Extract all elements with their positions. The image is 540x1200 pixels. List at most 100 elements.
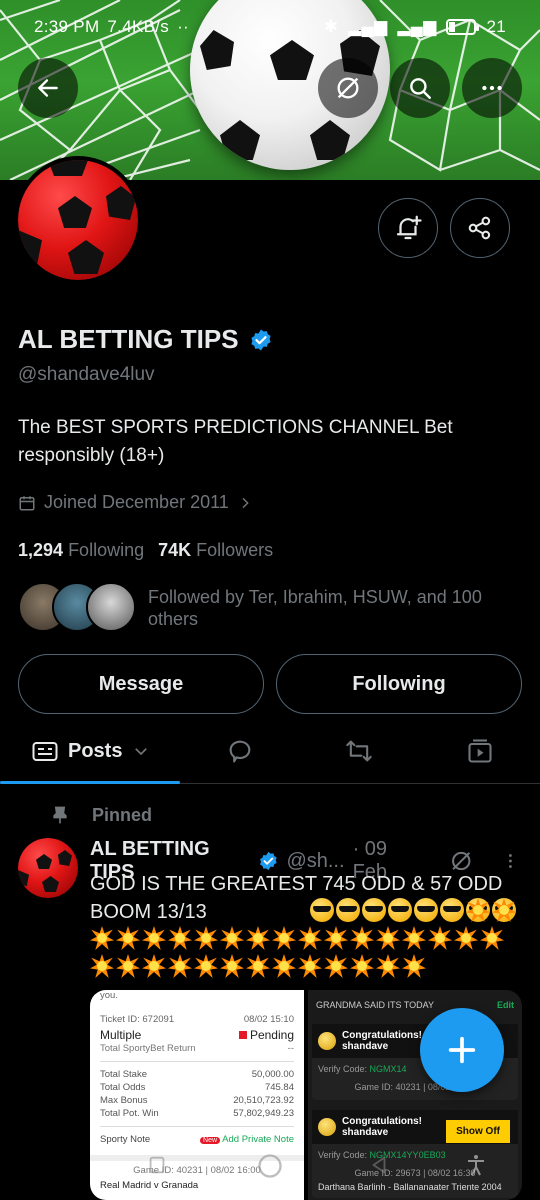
- collision-emoji-icon: [376, 954, 400, 978]
- collision-emoji-icon: [246, 926, 270, 950]
- compose-post-button[interactable]: [420, 1008, 504, 1092]
- bluetooth-icon: ✱: [323, 17, 339, 36]
- recent-apps-icon[interactable]: [146, 1154, 168, 1176]
- plus-icon: [448, 1036, 476, 1064]
- grok-button[interactable]: [318, 58, 378, 118]
- ticket-id: Ticket ID: 672091: [100, 1014, 175, 1025]
- system-navigation-bar: [0, 1150, 540, 1200]
- return-label: Total SportyBet Return: [100, 1043, 196, 1054]
- tab-reposts[interactable]: [344, 718, 374, 784]
- status-bar: 2:39 PM 7.4KB/s ·· ✱ ▂▄▆ ▂▄▆ 21: [0, 0, 540, 54]
- collision-emoji-icon: [350, 954, 374, 978]
- bell-plus-icon: [396, 215, 422, 240]
- coin-icon: [318, 1032, 336, 1050]
- posts-icon: [32, 742, 58, 761]
- collision-emoji-icon: [142, 954, 166, 978]
- receipt-potwin-row: Total Pot. Win 57,802,949.23: [100, 1107, 294, 1120]
- edit-label: Edit: [497, 1000, 514, 1010]
- verify-code: NGMX14: [369, 1064, 407, 1074]
- collision-emoji-icon: [402, 954, 426, 978]
- signal-icon: ▂▄▆: [348, 17, 388, 36]
- receipt-bonus-row: Max Bonus 20,510,723.92: [100, 1094, 294, 1107]
- profile-banner[interactable]: 2:39 PM 7.4KB/s ·· ✱ ▂▄▆ ▂▄▆ 21: [0, 0, 540, 180]
- emoji-row: [90, 954, 510, 978]
- congrats-banner: Congratulations! shandave Show Off: [312, 1110, 518, 1144]
- receipt-return-row: Total SportyBet Return --: [100, 1042, 294, 1055]
- receipt-note-row: Sporty Note New Add Private Note: [100, 1133, 294, 1147]
- bonus-value: 20,510,723.92: [233, 1095, 294, 1106]
- follow-counts: 1,294 Following 74K Followers: [18, 540, 273, 561]
- receipt-stake-row: Total Stake 50,000.00: [100, 1068, 294, 1081]
- profile-avatar[interactable]: [14, 156, 142, 284]
- stake-label: Total Stake: [100, 1069, 147, 1080]
- add-note-link[interactable]: New Add Private Note: [200, 1133, 294, 1147]
- tab-replies[interactable]: [226, 718, 254, 784]
- following-button[interactable]: Following: [276, 654, 522, 714]
- collision-emoji-icon: [324, 954, 348, 978]
- followers-label: Followers: [196, 540, 274, 560]
- display-name: AL BETTING TIPS: [18, 324, 239, 354]
- verified-badge-icon[interactable]: [249, 328, 273, 352]
- accessibility-icon[interactable]: [464, 1152, 488, 1178]
- more-horizontal-icon: [482, 85, 502, 91]
- back-button[interactable]: [18, 58, 78, 118]
- media-icon: [468, 739, 492, 763]
- followed-by-text[interactable]: Followed by Ter, Ibrahim, HSUW, and 100 …: [148, 586, 508, 630]
- collision-emoji-icon: [90, 926, 114, 950]
- congrats-text: Congratulations!: [342, 1116, 422, 1127]
- collision-emoji-icon: [220, 954, 244, 978]
- more-vertical-icon[interactable]: [501, 850, 520, 872]
- sunglasses-emoji-icon: [336, 898, 360, 922]
- signal-4g-icon: ▂▄▆: [397, 17, 437, 36]
- bet-status-text: Pending: [249, 1028, 294, 1042]
- sunglasses-emoji-icon: [414, 898, 438, 922]
- back-nav-icon[interactable]: [368, 1154, 390, 1176]
- battery-icon: [446, 19, 480, 35]
- verify-label: Verify Code:: [318, 1064, 368, 1074]
- congrats-text: Congratulations!: [342, 1030, 422, 1041]
- red-soccer-ball-image: [18, 838, 78, 898]
- pinned-label-row: Pinned: [50, 804, 152, 826]
- congrats-user: shandave: [342, 1041, 389, 1052]
- sunglasses-emoji-icon: [388, 898, 412, 922]
- following-label: Following: [68, 540, 145, 560]
- emoji-row: [90, 926, 510, 950]
- more-options-button[interactable]: [462, 58, 522, 118]
- chevron-down-icon: [135, 748, 148, 756]
- following-link[interactable]: 1,294 Following: [18, 540, 144, 561]
- sunglasses-emoji-icon: [440, 898, 464, 922]
- reply-bubble-icon: [229, 740, 251, 763]
- joined-text: Joined December 2011: [44, 492, 229, 512]
- followers-link[interactable]: 74K Followers: [158, 540, 273, 561]
- collision-emoji-icon: [194, 954, 218, 978]
- sunglasses-emoji-icon: [310, 898, 334, 922]
- odds-label: Total Odds: [100, 1082, 146, 1093]
- sunglasses-emoji-icon: [362, 898, 386, 922]
- collision-emoji-icon: [194, 926, 218, 950]
- collision-emoji-icon: [402, 926, 426, 950]
- tab-posts-label: Posts: [68, 739, 123, 762]
- receipt-ticket-row: Ticket ID: 672091 08/02 15:10: [100, 1013, 294, 1026]
- tab-posts[interactable]: Posts: [32, 718, 150, 784]
- joined-date[interactable]: Joined December 2011: [18, 492, 253, 513]
- tab-media[interactable]: [466, 718, 494, 784]
- message-button[interactable]: Message: [18, 654, 264, 714]
- home-icon[interactable]: [256, 1152, 284, 1180]
- collision-emoji-icon: [168, 926, 192, 950]
- share-icon: [468, 216, 491, 240]
- search-button[interactable]: [390, 58, 450, 118]
- add-note-text: Add Private Note: [222, 1134, 294, 1145]
- receipt-top-text: you.: [100, 990, 118, 1001]
- collision-emoji-icon: [492, 898, 516, 922]
- battery-percent: 21: [486, 17, 506, 36]
- collision-emoji-icon: [246, 954, 270, 978]
- notifications-bell-button[interactable]: [378, 198, 438, 258]
- post-author-avatar[interactable]: [18, 838, 78, 898]
- stake-value: 50,000.00: [251, 1069, 294, 1080]
- collision-emoji-icon: [454, 926, 478, 950]
- share-button[interactable]: [450, 198, 510, 258]
- following-count: 1,294: [18, 540, 64, 560]
- collision-emoji-icon: [220, 926, 244, 950]
- followed-by-avatars[interactable]: [18, 582, 136, 632]
- bet-type: Multiple: [100, 1028, 142, 1042]
